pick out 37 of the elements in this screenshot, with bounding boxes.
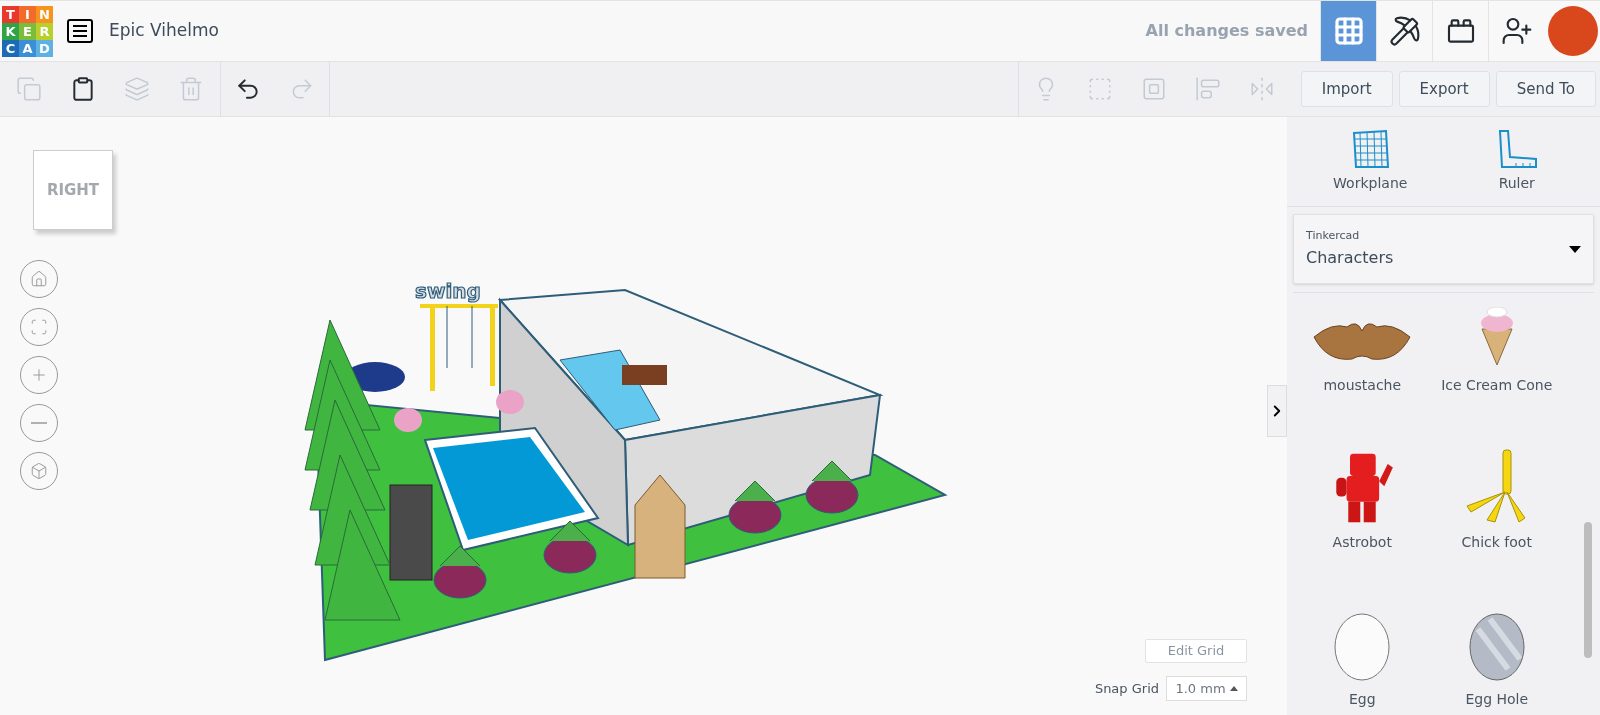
snap-grid-select[interactable]: 1.0 mm bbox=[1166, 676, 1247, 701]
workplane-button[interactable]: Workplane bbox=[1305, 129, 1436, 194]
mirror-icon bbox=[1248, 76, 1275, 102]
caret-down-icon bbox=[1569, 245, 1581, 253]
tinkercad-logo[interactable]: T I N K E R C A D bbox=[2, 5, 53, 57]
shape-library-item[interactable]: Ice Cream Cone bbox=[1429, 293, 1564, 450]
toolbar-action-button[interactable]: Export bbox=[1398, 71, 1490, 107]
library-dropdown[interactable]: Tinkercad Characters bbox=[1293, 214, 1594, 284]
shape-library-item[interactable]: Astrobot bbox=[1295, 450, 1430, 607]
shape-library-item[interactable]: Chick foot bbox=[1429, 450, 1564, 607]
design-title[interactable]: Epic Vihelmo bbox=[109, 18, 219, 44]
save-status: All changes saved bbox=[1145, 20, 1308, 42]
zoom-in-icon bbox=[30, 366, 48, 384]
add-user-icon bbox=[1500, 15, 1533, 47]
collapse-panel-tab[interactable] bbox=[1267, 385, 1287, 437]
align-icon bbox=[1194, 76, 1221, 102]
shape-library-item[interactable]: Egg bbox=[1295, 607, 1430, 715]
paste-icon bbox=[70, 76, 96, 102]
swing-sign-text: swing bbox=[415, 279, 481, 303]
delete-icon bbox=[178, 76, 204, 102]
shape-library-item[interactable]: moustache bbox=[1295, 293, 1430, 450]
scrollbar-thumb[interactable] bbox=[1584, 522, 1592, 658]
grid-plane-icon bbox=[1350, 129, 1391, 169]
pickaxe-icon bbox=[1388, 15, 1421, 47]
home-icon bbox=[30, 270, 48, 288]
menu-list-icon[interactable] bbox=[67, 19, 93, 43]
toolbar-action-button[interactable]: Send To bbox=[1495, 71, 1596, 107]
undo-icon bbox=[235, 76, 261, 102]
duplicate-icon bbox=[124, 76, 150, 102]
ruler-button[interactable]: Ruler bbox=[1451, 129, 1582, 194]
grid-icon bbox=[1332, 15, 1365, 47]
toolbar-action-button[interactable]: Import bbox=[1300, 71, 1393, 107]
caret-up-icon bbox=[1229, 686, 1238, 691]
copy-icon bbox=[16, 76, 42, 102]
shape-library-item[interactable]: Egg Hole bbox=[1429, 607, 1564, 715]
snap-grid-label: Snap Grid bbox=[1094, 679, 1159, 698]
fit-icon bbox=[30, 318, 48, 336]
